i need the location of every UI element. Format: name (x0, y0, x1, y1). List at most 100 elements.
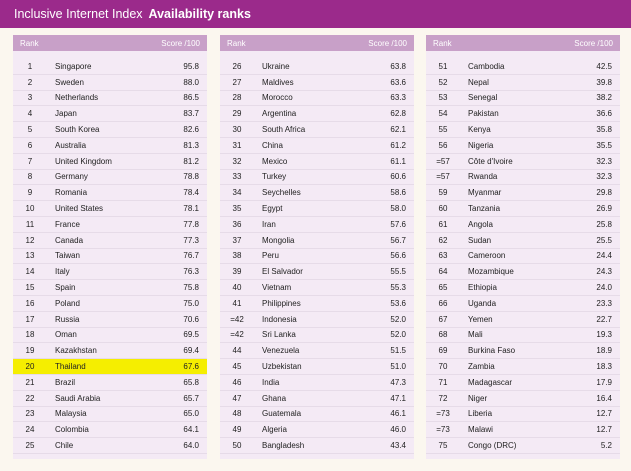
table-row: 37 Mongolia 56.7 (220, 233, 414, 249)
score-cell: 36.6 (596, 109, 612, 119)
table-row: 62 Sudan 25.5 (426, 233, 620, 249)
rank-cell: 2 (27, 77, 33, 87)
table-row: 50 Bangladesh 43.4 (220, 438, 414, 454)
country-cell: Côte d'Ivoire (468, 156, 513, 166)
rank-cell: 14 (25, 267, 35, 277)
table-row: 52 Nepal 39.8 (426, 75, 620, 91)
score-cell: 67.6 (183, 362, 199, 372)
rank-cell: 60 (438, 204, 448, 214)
rank-cell: 62 (438, 235, 448, 245)
rank-cell: 17 (25, 314, 35, 324)
rank-cell: 15 (25, 283, 35, 293)
rank-cell: 19 (25, 346, 35, 356)
score-cell: 88.0 (183, 77, 199, 87)
score-cell: 64.1 (183, 425, 199, 435)
country-cell: South Africa (262, 125, 306, 135)
rank-cell: 27 (232, 77, 242, 87)
rank-cell: =57 (436, 156, 450, 166)
table-row: 12 Canada 77.3 (13, 233, 207, 249)
rank-cell: 4 (27, 109, 33, 119)
score-cell: 78.1 (183, 204, 199, 214)
country-cell: Rwanda (468, 172, 498, 182)
score-cell: 61.2 (390, 140, 406, 150)
country-cell: Mozambique (468, 267, 514, 277)
rank-cell: 32 (232, 156, 242, 166)
rank-cell: 8 (27, 172, 33, 182)
rank-cell: 75 (438, 441, 448, 451)
rank-cell: =42 (230, 314, 244, 324)
table-row: 25 Chile 64.0 (13, 438, 207, 454)
country-cell: Sudan (468, 235, 492, 245)
score-cell: 58.6 (390, 188, 406, 198)
table-header: Rank Score /100 (13, 35, 207, 51)
table-row: 61 Angola 25.8 (426, 217, 620, 233)
rank-cell: 13 (25, 251, 35, 261)
rank-cell: 52 (438, 77, 448, 87)
rank-cell: 39 (232, 267, 242, 277)
score-cell: 76.7 (183, 251, 199, 261)
table-row: 59 Myanmar 29.8 (426, 185, 620, 202)
country-cell: Mongolia (262, 235, 295, 245)
table-row: 54 Pakistan 36.6 (426, 106, 620, 123)
table-row: 4 Japan 83.7 (13, 106, 207, 123)
table-row: 75 Congo (DRC) 5.2 (426, 438, 620, 454)
score-cell: 65.0 (183, 409, 199, 419)
country-cell: Madagascar (468, 377, 513, 387)
table-row: 32 Mexico 61.1 (220, 154, 414, 170)
country-cell: Singapore (55, 61, 92, 71)
score-cell: 12.7 (596, 409, 612, 419)
score-cell: 16.4 (596, 393, 612, 403)
table-header: Rank Score /100 (426, 35, 620, 51)
country-cell: Philippines (262, 298, 301, 308)
rank-cell: 6 (27, 140, 33, 150)
table-row: 21 Brazil 65.8 (13, 375, 207, 391)
country-cell: Ghana (262, 393, 287, 403)
score-cell: 26.9 (596, 204, 612, 214)
rank-cell: 54 (438, 109, 448, 119)
table-header: Rank Score /100 (220, 35, 414, 51)
country-cell: Netherlands (55, 93, 99, 103)
score-cell: 18.9 (596, 346, 612, 356)
rank-cell: 10 (25, 204, 35, 214)
table-row: =73 Liberia 12.7 (426, 407, 620, 423)
country-cell: Argentina (262, 109, 297, 119)
score-cell: 32.3 (596, 172, 612, 182)
table-row: 29 Argentina 62.8 (220, 106, 414, 123)
country-cell: Maldives (262, 77, 294, 87)
country-cell: Saudi Arabia (55, 393, 101, 403)
rank-cell: 26 (232, 61, 242, 71)
country-cell: El Salvador (262, 267, 303, 277)
table-row: 48 Guatemala 46.1 (220, 407, 414, 423)
score-cell: 69.5 (183, 330, 199, 340)
table-row: 60 Tanzania 26.9 (426, 201, 620, 217)
score-cell: 61.1 (390, 156, 406, 166)
title-bar: Inclusive Internet Index Availability ra… (0, 0, 631, 28)
table-row: 67 Yemen 22.7 (426, 312, 620, 328)
table-row: 35 Egypt 58.0 (220, 201, 414, 217)
score-cell: 46.1 (390, 409, 406, 419)
score-cell: 24.0 (596, 283, 612, 293)
score-cell: 35.8 (596, 125, 612, 135)
score-cell: 52.0 (390, 314, 406, 324)
table-row: 45 Uzbekistan 51.0 (220, 359, 414, 375)
country-cell: India (262, 377, 280, 387)
score-cell: 63.6 (390, 77, 406, 87)
country-cell: Chile (55, 441, 74, 451)
table-row: =57 Côte d'Ivoire 32.3 (426, 154, 620, 170)
rank-cell: 38 (232, 251, 242, 261)
score-cell: 62.1 (390, 125, 406, 135)
rank-cell: 20 (25, 362, 35, 372)
score-cell: 38.2 (596, 93, 612, 103)
table-row: 49 Algeria 46.0 (220, 422, 414, 439)
country-cell: Cambodia (468, 61, 505, 71)
rank-cell: 7 (27, 156, 33, 166)
table-row: 66 Uganda 23.3 (426, 296, 620, 312)
highlighted-table-row: 20 Thailand 67.6 (13, 359, 207, 375)
table-row: 34 Seychelles 58.6 (220, 185, 414, 202)
country-cell: Russia (55, 314, 80, 324)
rank-cell: 68 (438, 330, 448, 340)
rank-cell: 36 (232, 219, 242, 229)
table-row: 17 Russia 70.6 (13, 312, 207, 328)
country-cell: Indonesia (262, 314, 297, 324)
rank-cell: 22 (25, 393, 35, 403)
